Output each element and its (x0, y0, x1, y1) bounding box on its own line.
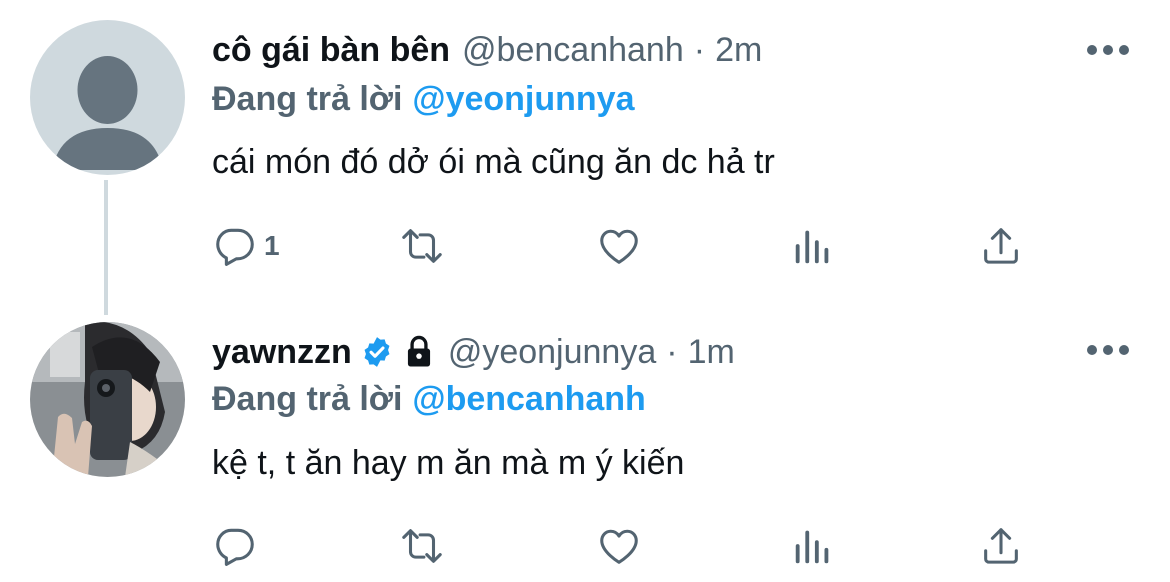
analytics-icon (795, 230, 829, 264)
retweet-icon (402, 229, 442, 263)
heart-icon (600, 529, 638, 564)
tweet[interactable]: cô gái bàn bên @bencanhanh · 2m Đang trả… (0, 0, 1170, 300)
like-button[interactable] (596, 518, 642, 574)
reply-button[interactable]: 1 (212, 218, 280, 274)
tweet-text: cái món đó dở ói mà cũng ăn dc hả tr (212, 143, 775, 181)
timestamp[interactable]: 2m (715, 31, 762, 70)
tweet-header: cô gái bàn bên @bencanhanh · 2m (212, 28, 762, 72)
tweet-actions (212, 518, 1052, 574)
replying-to-label: Đang trả lời (212, 380, 403, 418)
photo-avatar[interactable] (30, 322, 185, 477)
heart-icon (600, 229, 638, 264)
display-name[interactable]: yawnzzn (212, 333, 352, 372)
tweet-text: kệ t, t ăn hay m ăn mà m ý kiến (212, 444, 685, 482)
replying-to: Đang trả lời @yeonjunnya (212, 80, 635, 119)
display-name[interactable]: cô gái bàn bên (212, 31, 450, 70)
retweet-icon (402, 529, 442, 563)
like-button[interactable] (596, 218, 642, 274)
analytics-icon (795, 530, 829, 564)
default-avatar[interactable] (30, 20, 185, 175)
tweet-header: yawnzzn @yeonjunnya · 1m (212, 330, 735, 374)
user-handle[interactable]: @bencanhanh (462, 31, 684, 70)
reply-icon (216, 528, 254, 566)
reply-button[interactable] (212, 518, 264, 574)
verified-badge-icon (360, 335, 394, 369)
tweet[interactable]: yawnzzn @yeonjunnya · 1m Đang trả lời @be… (0, 300, 1170, 582)
replying-to: Đang trả lời @bencanhanh (212, 380, 646, 419)
analytics-button[interactable] (790, 518, 836, 574)
more-options-icon[interactable] (1086, 340, 1130, 360)
retweet-button[interactable] (399, 518, 445, 574)
separator: · (693, 30, 706, 69)
more-options-icon[interactable] (1086, 40, 1130, 60)
retweet-button[interactable] (399, 218, 445, 274)
mention-link[interactable]: @bencanhanh (412, 380, 645, 418)
share-icon (984, 228, 1018, 264)
share-icon (984, 528, 1018, 564)
mention-link[interactable]: @yeonjunnya (412, 80, 634, 118)
separator: · (666, 332, 678, 371)
share-button[interactable] (978, 518, 1024, 574)
timestamp[interactable]: 1m (688, 333, 735, 372)
reply-icon (216, 228, 254, 266)
share-button[interactable] (978, 218, 1024, 274)
protected-lock-icon (402, 334, 436, 370)
user-handle[interactable]: @yeonjunnya (448, 333, 656, 372)
analytics-button[interactable] (790, 218, 836, 274)
tweet-actions: 1 (212, 218, 1052, 274)
replying-to-label: Đang trả lời (212, 80, 403, 118)
reply-count: 1 (264, 230, 280, 261)
